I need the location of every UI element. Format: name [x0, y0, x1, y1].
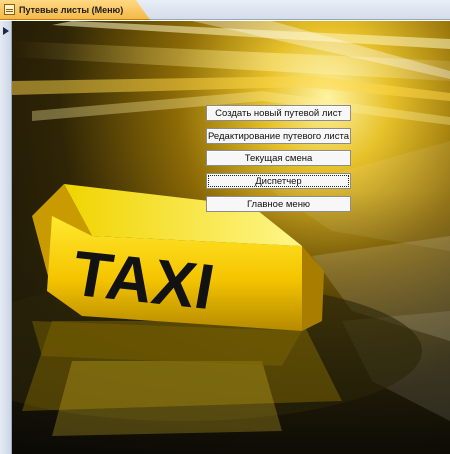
main-menu-button[interactable]: Главное меню [206, 196, 351, 212]
taxi-background-image: TAXI [12, 21, 450, 454]
form-body: TAXI Создать новый путевой лист Редактир… [12, 21, 450, 454]
document-tab-title: Путевые листы (Меню) [19, 4, 124, 15]
current-shift-button[interactable]: Текущая смена [206, 150, 351, 166]
record-selector[interactable] [0, 21, 12, 454]
dispatcher-button[interactable]: Диспетчер [206, 173, 351, 189]
document-tab-strip: Путевые листы (Меню) [0, 0, 450, 20]
document-tab[interactable]: Путевые листы (Меню) [0, 0, 150, 20]
form-icon [4, 4, 15, 15]
record-selector-arrow-icon [3, 27, 9, 35]
taxi-sign-text: TAXI [67, 237, 220, 323]
edit-waybill-button[interactable]: Редактирование путевого листа [206, 128, 351, 144]
create-waybill-button[interactable]: Создать новый путевой лист [206, 105, 351, 121]
